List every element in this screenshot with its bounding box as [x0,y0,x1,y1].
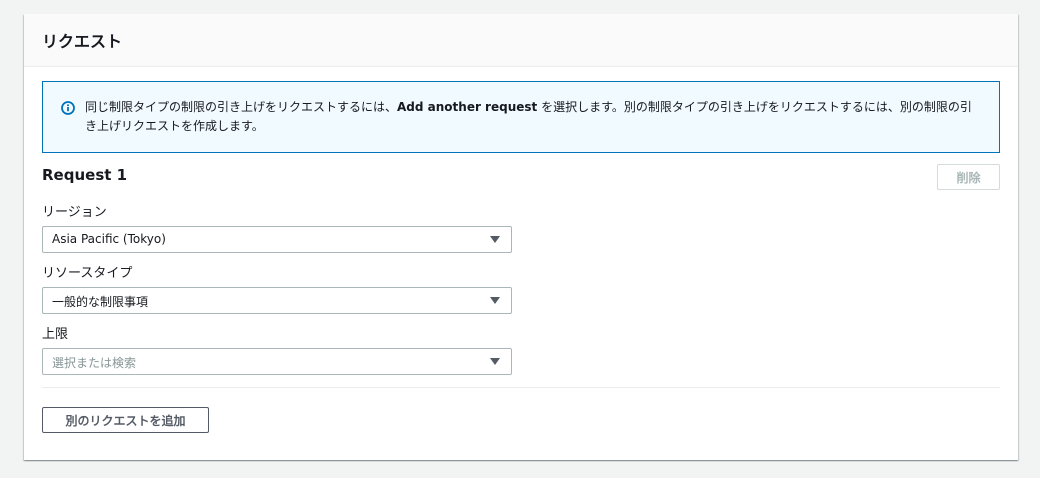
resource-type-select[interactable]: 一般的な制限事項 [42,287,512,314]
region-field: リージョン Asia Pacific (Tokyo) [42,204,1000,253]
region-select[interactable]: Asia Pacific (Tokyo) [42,226,512,253]
caret-down-icon [490,297,500,304]
resource-type-field: リソースタイプ 一般的な制限事項 [42,265,1000,314]
divider [42,387,1000,388]
request-header: Request 1 削除 [42,164,1000,200]
region-select-value: Asia Pacific (Tokyo) [52,232,166,246]
panel-body: 同じ制限タイプの制限の引き上げをリクエストするには、Add another re… [24,67,1018,433]
limit-label: 上限 [42,327,69,342]
limit-select[interactable]: 選択または検索 [42,348,512,375]
request-title: Request 1 [42,166,128,184]
resource-type-select-value: 一般的な制限事項 [52,295,149,309]
info-icon [61,101,75,115]
info-alert: 同じ制限タイプの制限の引き上げをリクエストするには、Add another re… [42,81,1000,153]
panel-header: リクエスト [24,14,1018,67]
resource-type-label: リソースタイプ [42,266,133,281]
limit-select-placeholder: 選択または検索 [52,356,137,370]
caret-down-icon [490,358,500,365]
caret-down-icon [490,236,500,243]
request-panel: リクエスト 同じ制限タイプの制限の引き上げをリクエストするには、Add anot… [24,14,1018,460]
info-text-bold: Add another request [397,100,538,114]
region-label: リージョン [42,205,107,220]
panel-title: リクエスト [42,32,123,51]
info-text-before: 同じ制限タイプの制限の引き上げをリクエストするには、 [85,100,398,114]
delete-button[interactable]: 削除 [937,164,1000,190]
add-request-button[interactable]: 別のリクエストを追加 [42,407,209,433]
limit-field: 上限 選択または検索 [42,326,1000,375]
info-text: 同じ制限タイプの制限の引き上げをリクエストするには、Add another re… [85,100,972,133]
